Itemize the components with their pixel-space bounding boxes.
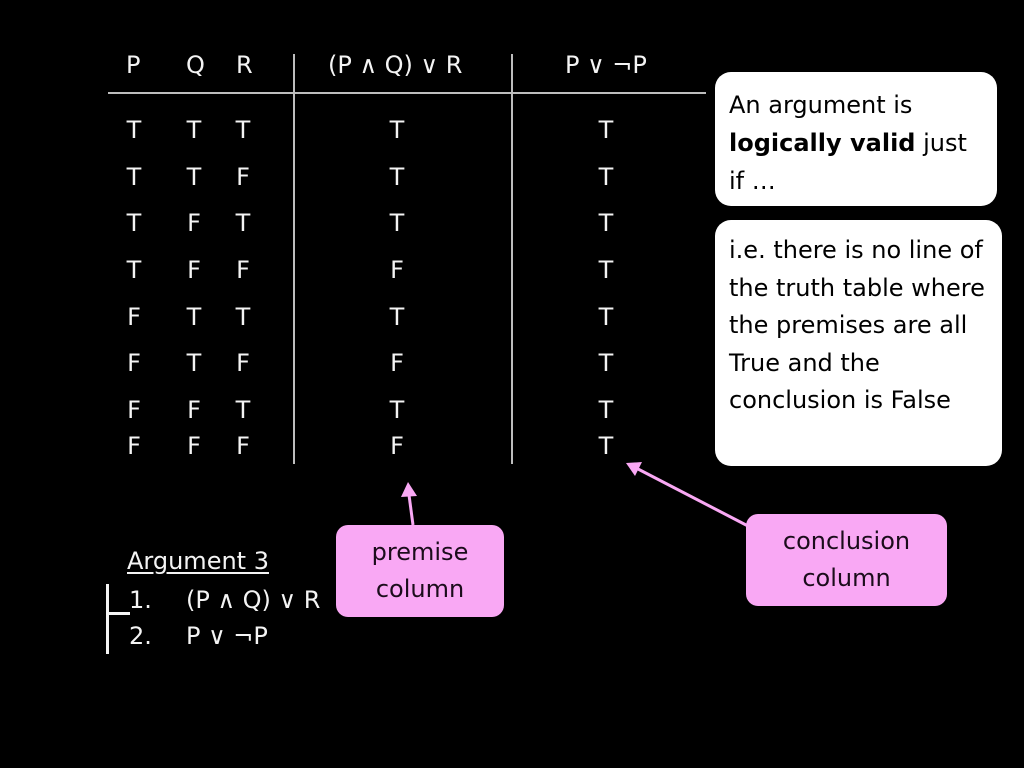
argument-line-2-formula: P ∨ ¬P xyxy=(186,622,268,650)
turnstile-horizontal xyxy=(106,612,130,615)
premise-callout-line2: column xyxy=(375,575,465,603)
premise-arrow-line xyxy=(407,494,415,526)
argument-line-2-number: 2. xyxy=(129,622,152,650)
argument-line-1-formula: (P ∧ Q) ∨ R xyxy=(186,586,321,614)
premise-callout-line1: premise xyxy=(371,538,469,566)
argument-title: Argument 3 xyxy=(127,547,269,575)
premise-column-callout: premise column xyxy=(336,525,504,617)
conclusion-callout-line2: column xyxy=(802,564,891,592)
conclusion-column-callout: conclusion column xyxy=(746,514,947,606)
conclusion-arrow-line xyxy=(637,467,749,528)
callout-arrows xyxy=(401,462,749,528)
premise-arrow-head xyxy=(401,482,417,497)
argument-line-1-number: 1. xyxy=(129,586,152,614)
conclusion-callout-line1: conclusion xyxy=(782,527,911,555)
turnstile-vertical xyxy=(106,584,109,654)
